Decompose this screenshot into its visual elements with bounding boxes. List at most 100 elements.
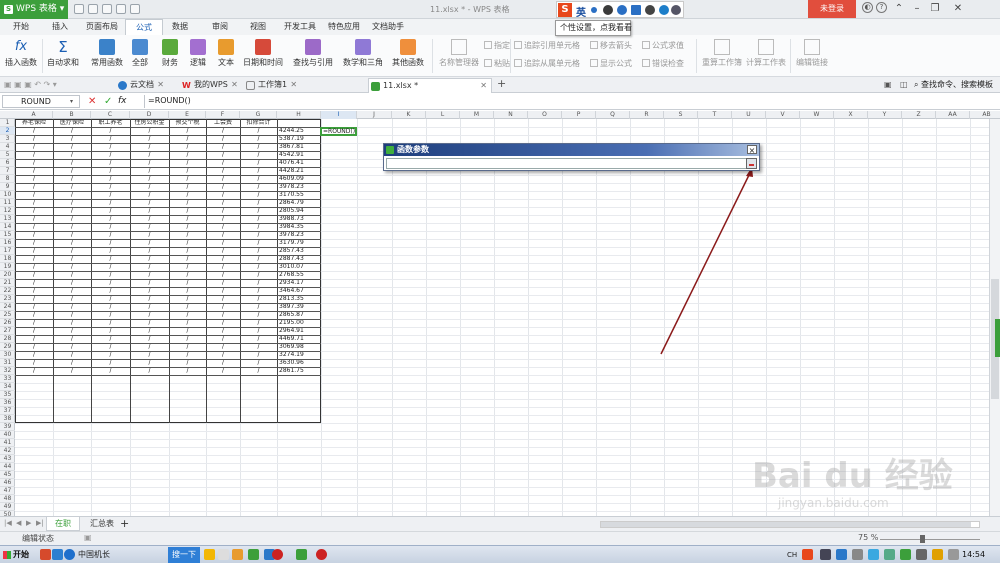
table-cell[interactable]: / <box>91 327 130 335</box>
app-icon[interactable] <box>272 549 283 560</box>
table-cell[interactable]: / <box>15 303 53 311</box>
row-header[interactable]: 34 <box>0 383 15 391</box>
row-header[interactable]: 2 <box>0 127 15 135</box>
confirm-icon[interactable]: ✓ <box>104 95 112 108</box>
expand-dialog-button[interactable] <box>746 158 757 169</box>
table-cell[interactable]: / <box>240 215 277 223</box>
ime-mode-label[interactable]: 英 <box>576 4 586 19</box>
table-cell[interactable]: / <box>15 183 53 191</box>
value-cell[interactable]: 4609.09 <box>277 175 321 183</box>
table-cell[interactable]: / <box>169 319 206 327</box>
tab-data[interactable]: 数据 <box>172 19 188 35</box>
network-icon[interactable] <box>916 549 927 560</box>
table-cell[interactable]: / <box>91 311 130 319</box>
table-cell[interactable]: / <box>240 135 277 143</box>
column-header[interactable]: Y <box>868 111 902 119</box>
column-header[interactable]: K <box>392 111 426 119</box>
tab-view[interactable]: 视图 <box>250 19 266 35</box>
row-header[interactable]: 8 <box>0 175 15 183</box>
value-cell[interactable]: 2805.94 <box>277 207 321 215</box>
table-cell[interactable]: / <box>15 319 53 327</box>
table-cell[interactable]: / <box>206 255 240 263</box>
table-cell[interactable]: / <box>206 279 240 287</box>
value-cell[interactable]: 3988.73 <box>277 215 321 223</box>
table-cell[interactable]: / <box>240 231 277 239</box>
table-cell[interactable]: / <box>240 239 277 247</box>
value-cell[interactable]: 3464.67 <box>277 287 321 295</box>
column-header[interactable]: P <box>562 111 596 119</box>
table-cell[interactable]: / <box>130 335 169 343</box>
table-cell[interactable]: / <box>240 303 277 311</box>
show-formulas-button[interactable]: 显示公式 <box>590 58 632 69</box>
table-cell[interactable]: / <box>130 151 169 159</box>
table-cell[interactable]: / <box>169 175 206 183</box>
table-cell[interactable]: / <box>91 143 130 151</box>
dot-icon[interactable] <box>591 7 597 13</box>
quicklaunch-icon[interactable] <box>52 549 63 560</box>
table-cell[interactable]: / <box>130 343 169 351</box>
table-cell[interactable]: / <box>169 359 206 367</box>
row-header[interactable]: 14 <box>0 223 15 231</box>
table-cell[interactable]: / <box>91 255 130 263</box>
table-cell[interactable]: / <box>240 327 277 335</box>
table-cell[interactable]: / <box>53 191 91 199</box>
table-cell[interactable]: / <box>15 167 53 175</box>
table-cell[interactable]: / <box>53 143 91 151</box>
table-cell[interactable]: / <box>206 223 240 231</box>
row-header[interactable]: 31 <box>0 359 15 367</box>
row-header[interactable]: 24 <box>0 303 15 311</box>
dialog-close-button[interactable]: × <box>747 145 757 155</box>
column-header[interactable]: Z <box>902 111 936 119</box>
row-header[interactable]: 42 <box>0 447 15 455</box>
table-cell[interactable]: / <box>169 263 206 271</box>
row-header[interactable]: 45 <box>0 471 15 479</box>
table-cell[interactable]: / <box>15 175 53 183</box>
header-cell[interactable]: 预交个税 <box>169 119 206 127</box>
row-header[interactable]: 3 <box>0 135 15 143</box>
value-cell[interactable]: 3984.35 <box>277 223 321 231</box>
table-cell[interactable]: / <box>91 247 130 255</box>
table-cell[interactable]: / <box>206 287 240 295</box>
table-cell[interactable]: / <box>169 271 206 279</box>
value-cell[interactable]: 5387.19 <box>277 135 321 143</box>
header-cell[interactable]: 住房公积金 <box>130 119 169 127</box>
value-cell[interactable]: 2887.43 <box>277 255 321 263</box>
worksheet-grid[interactable]: A B C D E F G H I J K L M N O P Q R S T U V W X Y Z AA AB 123456789… <box>0 111 1000 516</box>
column-header[interactable]: N <box>494 111 528 119</box>
table-cell[interactable]: / <box>240 367 277 375</box>
argument-range-input[interactable] <box>386 158 747 169</box>
autosum-button[interactable]: Σ 自动求和 <box>42 37 84 75</box>
table-cell[interactable]: / <box>206 263 240 271</box>
skin-settings-icon[interactable]: ◐ <box>862 2 873 13</box>
table-cell[interactable]: / <box>206 319 240 327</box>
fx-icon[interactable]: fx <box>118 95 127 108</box>
header-cell[interactable]: 工会费 <box>206 119 240 127</box>
column-header[interactable]: L <box>426 111 460 119</box>
collapse-ribbon-icon[interactable]: ⌃ <box>890 1 908 17</box>
table-cell[interactable]: / <box>240 183 277 191</box>
tray-icon[interactable] <box>868 549 879 560</box>
skin-icon[interactable] <box>659 5 669 15</box>
value-cell[interactable]: 3179.79 <box>277 239 321 247</box>
table-cell[interactable]: / <box>53 223 91 231</box>
header-cell[interactable]: 职工养老 <box>91 119 130 127</box>
table-cell[interactable]: / <box>240 167 277 175</box>
row-header[interactable]: 36 <box>0 399 15 407</box>
table-cell[interactable]: / <box>169 295 206 303</box>
table-cell[interactable]: / <box>206 199 240 207</box>
row-header[interactable]: 19 <box>0 263 15 271</box>
value-cell[interactable]: 3630.96 <box>277 359 321 367</box>
user-icon[interactable] <box>645 5 655 15</box>
value-cell[interactable]: 2964.91 <box>277 327 321 335</box>
table-cell[interactable]: / <box>53 199 91 207</box>
value-cell[interactable]: 3069.98 <box>277 343 321 351</box>
table-cell[interactable]: / <box>15 327 53 335</box>
lookup-button[interactable]: 查找与引用 <box>290 37 336 75</box>
column-header[interactable]: E <box>169 111 206 119</box>
value-cell[interactable]: 3867.81 <box>277 143 321 151</box>
dialog-title-bar[interactable]: 函数参数 <box>384 144 759 156</box>
table-cell[interactable]: / <box>130 207 169 215</box>
row-header[interactable]: 25 <box>0 311 15 319</box>
table-cell[interactable]: / <box>169 191 206 199</box>
table-cell[interactable]: / <box>240 223 277 231</box>
